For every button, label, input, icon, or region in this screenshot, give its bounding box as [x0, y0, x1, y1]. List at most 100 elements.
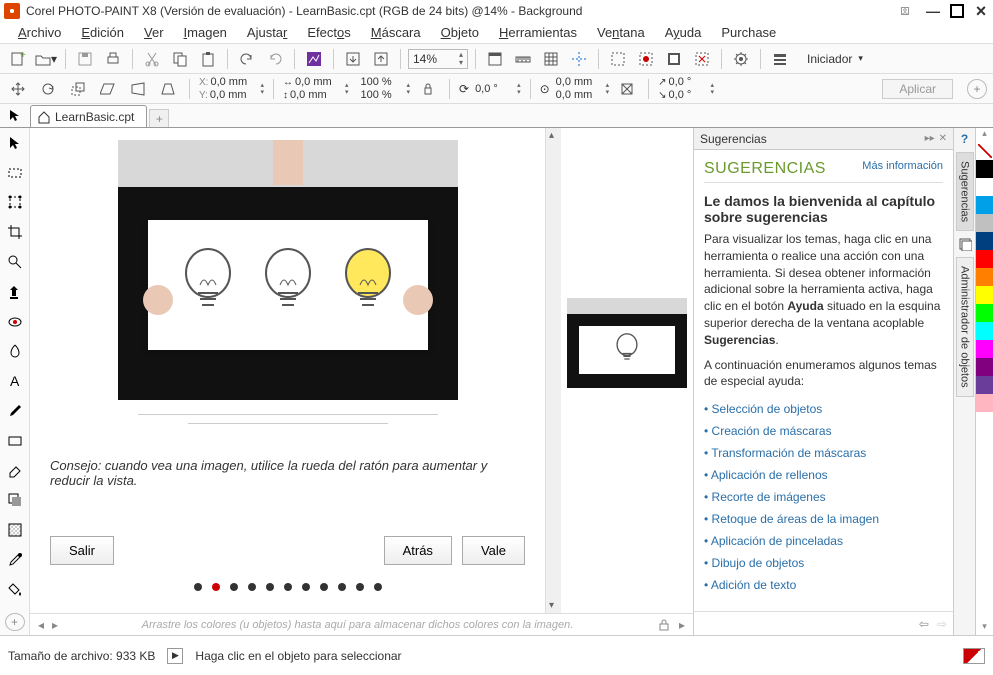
color-swatch[interactable] — [976, 304, 993, 322]
color-swatch[interactable] — [976, 322, 993, 340]
image-adjust-button[interactable] — [302, 47, 326, 71]
red-eye-tool[interactable] — [3, 311, 27, 333]
mask-visible-button[interactable] — [634, 47, 658, 71]
undo-button[interactable] — [235, 47, 259, 71]
menu-ayuda[interactable]: Ayuda — [655, 23, 712, 42]
menu-objeto[interactable]: Objeto — [431, 23, 489, 42]
pager-dot[interactable] — [338, 583, 346, 591]
position-tool-icon[interactable] — [6, 77, 30, 101]
more-info-link[interactable]: Más información — [862, 160, 943, 172]
document-tab[interactable]: LearnBasic.cpt — [30, 105, 147, 127]
hint-link[interactable]: Recorte de imágenes — [704, 486, 943, 508]
maximize-button[interactable] — [949, 3, 965, 19]
export-button[interactable] — [369, 47, 393, 71]
color-swatch[interactable] — [976, 178, 993, 196]
objects-icon[interactable] — [958, 237, 972, 251]
brush-tool[interactable] — [3, 400, 27, 422]
color-swatch[interactable] — [976, 160, 993, 178]
dock-tab-hints[interactable]: Sugerencias — [956, 152, 974, 231]
panel-header[interactable]: Sugerencias ▸▸ ✕ — [694, 128, 953, 150]
liquid-tool[interactable] — [3, 341, 27, 363]
shadow-tool[interactable] — [3, 490, 27, 512]
print-button[interactable] — [101, 47, 125, 71]
apply-button[interactable]: Aplicar — [882, 79, 953, 99]
menu-mascara[interactable]: Máscara — [361, 23, 431, 42]
color-swatch[interactable] — [976, 340, 993, 358]
mask-transform-tool[interactable] — [3, 192, 27, 214]
fill-tool[interactable] — [3, 579, 27, 601]
hint-link[interactable]: Transformación de máscaras — [704, 442, 943, 464]
invert-mask-button[interactable] — [662, 47, 686, 71]
hint-link[interactable]: Selección de objetos — [704, 398, 943, 420]
eyedropper-tool[interactable] — [3, 549, 27, 571]
color-swatch[interactable] — [976, 394, 993, 412]
crop-tool[interactable] — [3, 221, 27, 243]
color-swatch[interactable] — [976, 196, 993, 214]
pager-dot[interactable] — [194, 583, 202, 591]
new-button[interactable]: + — [6, 47, 30, 71]
status-color-swatch[interactable] — [963, 648, 985, 664]
perspective-tool-icon[interactable] — [156, 77, 180, 101]
menu-edicion[interactable]: Edición — [71, 23, 134, 42]
color-swatch[interactable] — [976, 358, 993, 376]
minimize-button[interactable]: — — [925, 3, 941, 19]
skew-tool-icon[interactable] — [96, 77, 120, 101]
fullscreen-button[interactable] — [483, 47, 507, 71]
lock-icon[interactable] — [657, 618, 671, 632]
remove-mask-button[interactable] — [690, 47, 714, 71]
menu-ajustar[interactable]: Ajustar — [237, 23, 297, 42]
hint-link[interactable]: Creación de máscaras — [704, 420, 943, 442]
redo-button[interactable] — [263, 47, 287, 71]
dock-tab-objects[interactable]: Administrador de objetos — [956, 257, 974, 397]
help-icon[interactable]: ? — [961, 132, 968, 146]
color-swatch[interactable] — [976, 250, 993, 268]
pager-dot[interactable] — [356, 583, 364, 591]
launcher-icon[interactable] — [768, 47, 792, 71]
vertical-scrollbar[interactable] — [545, 128, 561, 613]
import-button[interactable] — [341, 47, 365, 71]
menu-purchase[interactable]: Purchase — [711, 23, 786, 42]
launcher-dropdown[interactable]: Iniciador▾ — [796, 48, 874, 70]
color-swatch[interactable] — [976, 214, 993, 232]
pager-dot[interactable] — [248, 583, 256, 591]
pager-dots[interactable] — [50, 573, 525, 601]
nav-fwd-icon[interactable]: ⇨ — [937, 617, 947, 631]
mask-overlay-button[interactable] — [606, 47, 630, 71]
show-rulers-button[interactable] — [511, 47, 535, 71]
color-none[interactable] — [976, 142, 993, 160]
color-swatch[interactable] — [976, 232, 993, 250]
add-preset-button[interactable]: + — [967, 79, 987, 99]
panel-collapse-icon[interactable]: ▸▸ — [925, 133, 935, 144]
ok-button[interactable]: Vale — [462, 536, 525, 565]
pager-dot[interactable] — [284, 583, 292, 591]
pager-dot[interactable] — [230, 583, 238, 591]
text-tool[interactable]: A — [3, 370, 27, 392]
color-swatch[interactable] — [976, 376, 993, 394]
panel-close-icon[interactable]: ✕ — [939, 133, 947, 144]
mask-rect-tool[interactable] — [3, 162, 27, 184]
nav-back-icon[interactable]: ⇦ — [919, 617, 929, 631]
pager-dot[interactable] — [266, 583, 274, 591]
eraser-tool[interactable] — [3, 460, 27, 482]
cut-button[interactable] — [140, 47, 164, 71]
show-grid-button[interactable] — [539, 47, 563, 71]
add-tool-button[interactable]: + — [5, 613, 25, 631]
exit-button[interactable]: Salir — [50, 536, 114, 565]
color-palette[interactable]: ▴ ▾ — [975, 128, 993, 635]
pick-tool[interactable] — [3, 132, 27, 154]
copy-button[interactable] — [168, 47, 192, 71]
hint-link[interactable]: Dibujo de objetos — [704, 552, 943, 574]
hint-link[interactable]: Aplicación de pinceladas — [704, 530, 943, 552]
pick-tool-icon[interactable] — [2, 103, 28, 127]
zoom-field[interactable]: 14%▴▾ — [408, 49, 468, 69]
color-swatch[interactable] — [976, 286, 993, 304]
transparency-tool[interactable] — [3, 519, 27, 541]
lock-ratio-icon[interactable] — [416, 77, 440, 101]
color-tray[interactable]: ◂▸ Arrastre los colores (u objetos) hast… — [30, 613, 693, 635]
menu-ver[interactable]: Ver — [134, 23, 174, 42]
scale-tool-icon[interactable] — [66, 77, 90, 101]
hint-link[interactable]: Adición de texto — [704, 574, 943, 596]
relative-center-icon[interactable] — [615, 77, 639, 101]
color-swatch[interactable] — [976, 268, 993, 286]
paste-button[interactable] — [196, 47, 220, 71]
